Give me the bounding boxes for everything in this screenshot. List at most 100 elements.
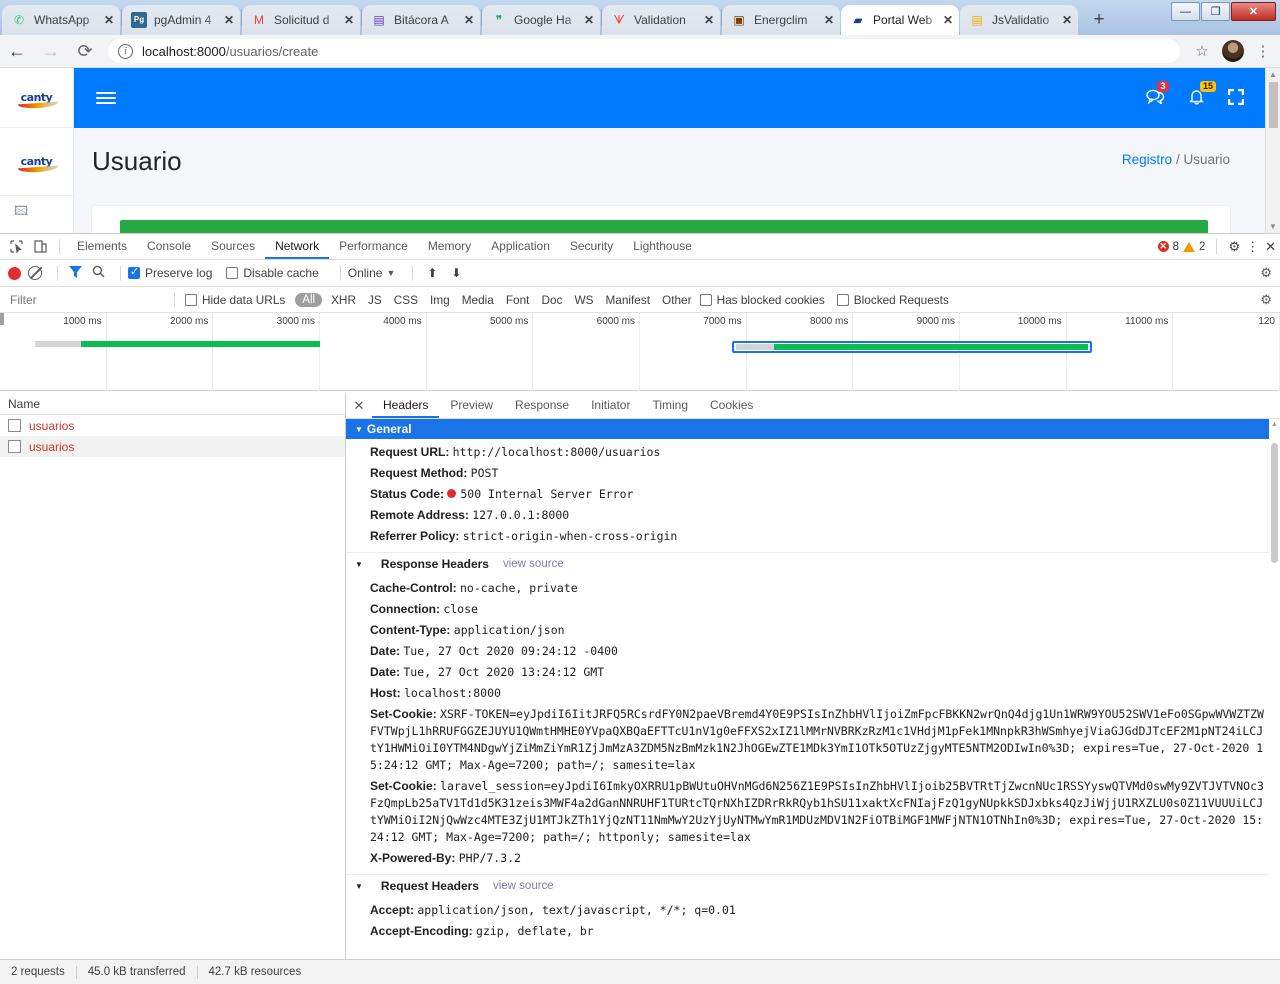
devtools-tab-elements[interactable]: Elements [67, 234, 137, 259]
close-tab-icon[interactable]: ✕ [822, 13, 836, 27]
import-har-icon[interactable]: ⬆ [427, 266, 437, 280]
resource-type-filter-xhr[interactable]: XHR [325, 293, 362, 307]
disable-cache-checkbox[interactable]: Disable cache [226, 266, 319, 280]
browser-tab[interactable]: M Solicitud d ✕ [242, 5, 360, 35]
search-icon[interactable] [92, 265, 105, 281]
devtools-tab-sources[interactable]: Sources [201, 234, 265, 259]
devtools-tab-memory[interactable]: Memory [418, 234, 481, 259]
record-button[interactable] [8, 266, 21, 280]
section-general[interactable]: ▼ General [346, 419, 1269, 439]
page-scrollbar[interactable]: ▲ ▼ [1265, 68, 1280, 233]
clear-button[interactable] [28, 266, 42, 280]
scroll-down-arrow[interactable]: ▼ [1266, 222, 1280, 231]
close-tab-icon[interactable]: ✕ [702, 13, 716, 27]
close-detail-icon[interactable]: ✕ [346, 398, 372, 414]
network-overview-timeline[interactable]: 1000 ms 2000 ms 3000 ms 4000 ms 5000 ms 6000 … [0, 313, 1280, 391]
new-tab-button[interactable]: + [1085, 6, 1113, 34]
detail-scrollbar[interactable]: ▲ [1269, 419, 1280, 959]
detail-tab-initiator[interactable]: Initiator [580, 393, 641, 418]
back-icon[interactable]: ← [0, 36, 34, 66]
browser-tab[interactable]: ᗐ Validation ✕ [602, 5, 720, 35]
browser-tab[interactable]: ▤ Bitácora A ✕ [362, 5, 480, 35]
menu-icon[interactable] [96, 92, 116, 104]
section-request-headers[interactable]: ▼ Request Headers view source [346, 874, 1269, 897]
devtools-tab-network[interactable]: Network [265, 234, 330, 259]
resource-type-filter-font[interactable]: Font [500, 293, 536, 307]
detail-tab-response[interactable]: Response [504, 393, 580, 418]
devtools-tab-console[interactable]: Console [137, 234, 201, 259]
browser-tab[interactable]: ▣ Energclim ✕ [722, 5, 840, 35]
expand-icon[interactable] [1228, 88, 1244, 108]
sidebar-brand-top[interactable]: canty [0, 68, 73, 128]
maximize-button[interactable]: ❐ [1201, 2, 1230, 21]
profile-avatar[interactable] [1222, 40, 1244, 62]
request-list-header[interactable]: Name [0, 393, 345, 415]
resource-type-filter-media[interactable]: Media [456, 293, 500, 307]
breadcrumb-link-registro[interactable]: Registro [1122, 152, 1172, 167]
request-row[interactable]: usuarios [0, 415, 345, 436]
hide-data-urls-checkbox[interactable]: Hide data URLs [185, 293, 285, 307]
forward-icon[interactable]: → [34, 36, 68, 66]
view-source-link[interactable]: view source [503, 558, 564, 570]
resource-type-filter-other[interactable]: Other [656, 293, 698, 307]
devtools-issue-counters[interactable]: ✕ 8 2 ⚙ ⋮ ✕ [1157, 239, 1280, 255]
section-response-headers[interactable]: ▼ Response Headers view source [346, 552, 1269, 575]
inspect-element-icon[interactable] [4, 236, 28, 258]
close-tab-icon[interactable]: ✕ [102, 13, 116, 27]
resource-type-filter-js[interactable]: JS [362, 293, 388, 307]
blocked-requests-checkbox[interactable]: Blocked Requests [836, 293, 949, 307]
view-source-link[interactable]: view source [493, 880, 554, 892]
resource-type-filter-manifest[interactable]: Manifest [599, 293, 656, 307]
export-har-icon[interactable]: ⬇ [451, 266, 461, 280]
filter-icon[interactable] [69, 265, 82, 281]
scroll-up-arrow[interactable]: ▲ [1266, 68, 1280, 79]
close-tab-icon[interactable]: ✕ [582, 13, 596, 27]
timeline-request-bar[interactable] [736, 344, 1088, 350]
resource-type-filter-css[interactable]: CSS [388, 293, 424, 307]
detail-tab-preview[interactable]: Preview [439, 393, 504, 418]
resource-type-filter-doc[interactable]: Doc [535, 293, 568, 307]
scrollbar-thumb[interactable] [1271, 443, 1278, 563]
close-tab-icon[interactable]: ✕ [222, 13, 236, 27]
browser-tab[interactable]: ✆ WhatsApp ✕ [2, 5, 120, 35]
toggle-device-toolbar-icon[interactable] [28, 236, 52, 258]
resource-type-filter-img[interactable]: Img [424, 293, 456, 307]
sidebar-item-first[interactable]: 🖾 [0, 196, 73, 230]
browser-tab[interactable]: ▤ JsValidatio ✕ [960, 5, 1078, 35]
resource-type-filter-all[interactable]: All [295, 292, 323, 307]
reload-icon[interactable]: ⟳ [68, 36, 102, 66]
filter-input[interactable] [6, 290, 166, 309]
resource-type-filter-ws[interactable]: WS [568, 293, 599, 307]
devtools-tab-lighthouse[interactable]: Lighthouse [623, 234, 702, 259]
close-window-button[interactable]: ✕ [1231, 2, 1276, 21]
sidebar-brand-user[interactable]: canty [0, 128, 73, 196]
close-tab-icon[interactable]: ✕ [941, 13, 955, 27]
close-tab-icon[interactable]: ✕ [462, 13, 476, 27]
browser-tab[interactable]: ❞ Google Ha ✕ [482, 5, 600, 35]
devtools-tab-performance[interactable]: Performance [329, 234, 418, 259]
scroll-up-arrow[interactable]: ▲ [1269, 421, 1280, 428]
site-info-icon[interactable]: i [118, 43, 133, 59]
browser-menu-icon[interactable]: ⋮ [1252, 42, 1274, 60]
bookmark-star-icon[interactable]: ☆ [1190, 42, 1214, 60]
has-blocked-cookies-checkbox[interactable]: Has blocked cookies [699, 293, 825, 307]
close-tab-icon[interactable]: ✕ [342, 13, 356, 27]
network-settings-icon[interactable]: ⚙ [1260, 265, 1280, 281]
address-bar[interactable]: i localhost:8000/usuarios/create [108, 39, 1180, 63]
devtools-tab-security[interactable]: Security [560, 234, 623, 259]
timeline-request-bar[interactable] [34, 341, 320, 347]
preserve-log-checkbox[interactable]: Preserve log [128, 265, 212, 280]
request-row[interactable]: usuarios [0, 436, 345, 457]
browser-tab[interactable]: Pg pgAdmin 4 ✕ [122, 5, 240, 35]
minimize-button[interactable]: — [1171, 2, 1200, 21]
network-throttle-select[interactable]: Online [348, 266, 383, 280]
detail-tab-headers[interactable]: Headers [372, 393, 440, 418]
detail-tab-timing[interactable]: Timing [641, 393, 699, 418]
chevron-down-icon[interactable]: ▼ [386, 268, 395, 278]
notifications-icon[interactable]: 15 [1189, 80, 1217, 108]
browser-tab[interactable]: ▰ Portal Web ✕ [841, 5, 959, 35]
devtools-close-icon[interactable]: ✕ [1265, 239, 1276, 255]
detail-tab-cookies[interactable]: Cookies [699, 393, 764, 418]
devtools-tab-application[interactable]: Application [481, 234, 560, 259]
devtools-more-icon[interactable]: ⋮ [1244, 239, 1261, 255]
